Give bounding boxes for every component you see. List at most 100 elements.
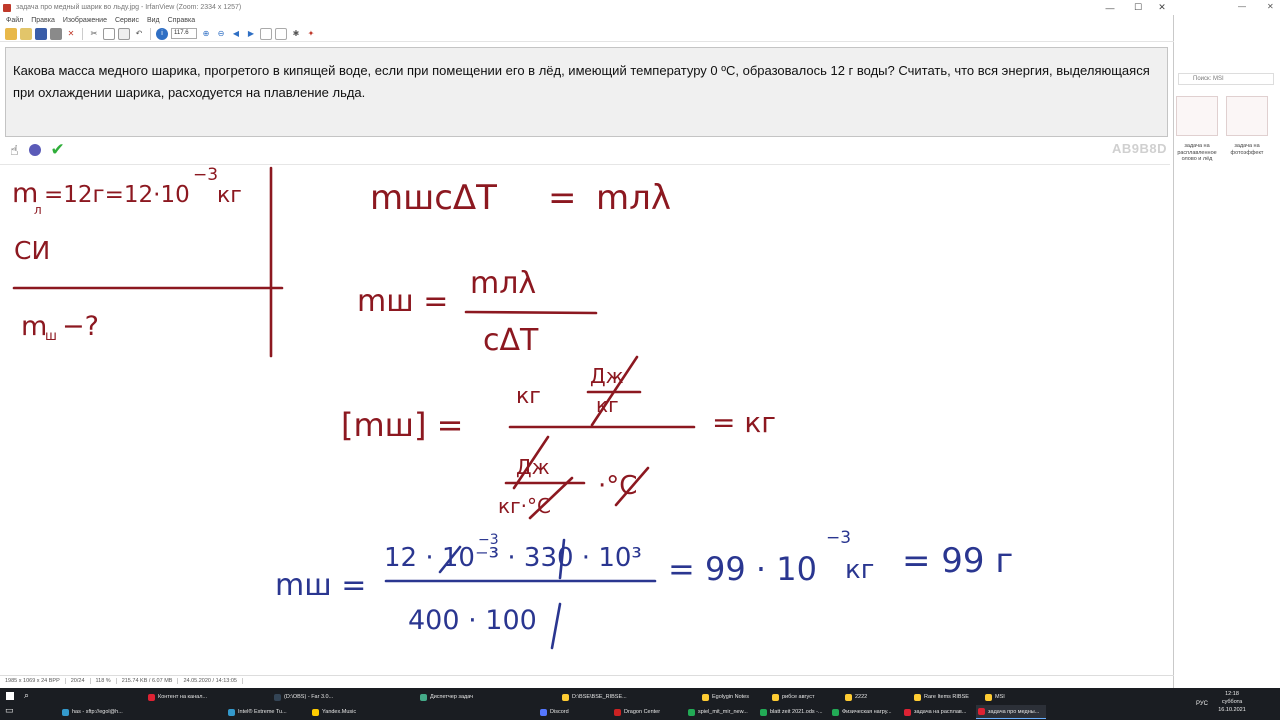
taskbar-clock[interactable]: 12:18 суббота 16.10.2021 — [1212, 690, 1252, 714]
task-panel: Какова масса медного шарика, прогретого … — [5, 47, 1168, 137]
given-mass-subscript: л — [34, 203, 42, 217]
equation-heat-balance: mшcΔT = mлλ — [370, 178, 671, 218]
previous-arrow-icon[interactable]: ◀ — [230, 28, 242, 40]
windows-taskbar: ⌕ ▭ Контент на канал... (D:\OBS) - Far 3… — [0, 688, 1280, 720]
file-thumbnail[interactable] — [1176, 96, 1218, 136]
file-name[interactable]: задача на расплавленное олово и лёд — [1173, 143, 1221, 163]
eq2-denominator: cΔT — [483, 323, 539, 358]
zoom-out-icon[interactable]: ⊖ — [215, 28, 227, 40]
given-mass-value: =12г=12·10 — [44, 182, 190, 208]
taskbar-item-active[interactable]: задача про медны... — [976, 705, 1046, 719]
copy-to-icon[interactable] — [260, 27, 272, 40]
info-icon[interactable]: i — [156, 27, 168, 40]
task-view-icon[interactable]: ▭ — [5, 705, 14, 716]
taskbar-item[interactable]: Egolygin Notes — [700, 690, 768, 704]
copy-icon[interactable] — [103, 27, 115, 40]
find-subscript: ш — [45, 329, 57, 344]
taskbar-item[interactable]: Dragon Center — [612, 705, 680, 719]
menu-help[interactable]: Справка — [168, 17, 195, 24]
task-text: Какова масса медного шарика, прогретого … — [13, 63, 1150, 100]
clock-time: 12:18 — [1225, 691, 1239, 697]
cut-icon[interactable]: ✂ — [88, 28, 100, 40]
status-zoom: 118 % — [91, 678, 117, 684]
given-mass-exponent: −3 — [193, 165, 218, 185]
taskbar-item[interactable]: Контент на канал... — [146, 690, 214, 704]
slideshow-icon[interactable] — [20, 27, 32, 40]
eq4-cancel-note: −3 — [478, 532, 499, 548]
status-date: 24.05.2020 / 14:13:05 — [178, 678, 243, 684]
taskbar-item[interactable]: рибсе август — [770, 690, 838, 704]
undo-icon[interactable]: ↶ — [133, 28, 145, 40]
delete-icon[interactable]: ✕ — [65, 28, 77, 40]
eye-icon[interactable] — [28, 144, 41, 156]
paste-icon[interactable] — [118, 27, 130, 40]
eq4-result-exponent: −3 — [826, 528, 851, 548]
eq1-left: mшcΔT — [370, 178, 497, 218]
menu-options[interactable]: Сервис — [115, 17, 139, 24]
language-indicator[interactable]: РУС — [1196, 701, 1208, 707]
taskbar-item[interactable]: Физическая нагру... — [830, 705, 898, 719]
eq2-lhs: mш = — [357, 284, 448, 319]
taskbar-item[interactable]: blatt zeit 2021.ods -... — [758, 705, 826, 719]
status-dimensions: 1985 x 1069 x 24 BPP — [0, 678, 66, 684]
taskbar-item[interactable]: Диспетчер задач — [418, 690, 486, 704]
checkmark-icon[interactable]: ✔ — [51, 140, 65, 160]
window-title: задача про медный шарик во льду.jpg - Ir… — [16, 4, 242, 11]
taskbar-item[interactable]: Intel® Extreme Tu... — [226, 705, 294, 719]
eq3-num-left: кг — [516, 384, 541, 409]
status-size: 215.74 KB / 6.07 MB — [117, 678, 179, 684]
eq4-final: = 99 г — [902, 541, 1013, 581]
zoom-field[interactable]: 117.6 — [171, 28, 197, 39]
open-folder-icon[interactable] — [5, 27, 17, 40]
status-bar: 1985 x 1069 x 24 BPP 20/24 118 % 215.74 … — [0, 675, 1174, 686]
next-arrow-icon[interactable]: ▶ — [245, 28, 257, 40]
menu-view[interactable]: Вид — [147, 17, 160, 24]
taskbar-item[interactable]: MSI — [983, 690, 1023, 704]
taskbar-item[interactable]: D:\BSE\BSE_RIBSE... — [560, 690, 628, 704]
settings-icon[interactable]: ✱ — [290, 28, 302, 40]
eq4-result: = 99 · 10 — [668, 550, 817, 588]
eq4-numerator: 12 · 10⁻³ · 330 · 10³ — [384, 543, 642, 573]
explorer-minimize-button[interactable]: — — [1238, 2, 1246, 11]
handwritten-solution: m л =12г=12·10 −3 кг СИ m ш −? mшcΔT = m… — [12, 165, 1013, 650]
irfanview-app-icon — [3, 3, 11, 12]
taskbar-item[interactable]: Yandex.Music — [310, 705, 378, 719]
move-to-icon[interactable] — [275, 27, 287, 40]
menu-file[interactable]: Файл — [6, 17, 23, 24]
eq3-result: = кг — [712, 406, 776, 439]
print-icon[interactable] — [50, 27, 62, 40]
taskbar-item[interactable]: задача на расплав... — [902, 705, 972, 719]
taskbar-item[interactable]: (D:\OBS) - Far 3.0... — [272, 690, 340, 704]
eq4-denominator: 400 · 100 — [408, 605, 537, 636]
save-icon[interactable] — [35, 27, 47, 40]
taskbar-item[interactable]: spiel_mit_mir_new... — [686, 705, 754, 719]
start-windows-icon[interactable] — [6, 692, 14, 700]
zoom-in-icon[interactable]: ⊕ — [200, 28, 212, 40]
clock-date: 16.10.2021 — [1218, 707, 1246, 713]
find-question: −? — [62, 311, 99, 342]
menu-bar: Файл Правка Изображение Сервис Вид Справ… — [0, 15, 1174, 26]
toolbar: ✕ ✂ ↶ i 117.6 ⊕ ⊖ ◀ ▶ ✱ ✦ — [0, 26, 1174, 42]
file-name[interactable]: задача на фотоэффект — [1223, 143, 1271, 156]
menu-image[interactable]: Изображение — [63, 17, 107, 24]
taskbar-item[interactable]: Discord — [538, 705, 598, 719]
maximize-button[interactable]: ☐ — [1126, 0, 1150, 15]
file-thumbnail[interactable] — [1226, 96, 1268, 136]
irfanview-logo-icon[interactable]: ✦ — [305, 28, 317, 40]
given-block: m л =12г=12·10 −3 кг СИ m ш −? — [12, 165, 284, 358]
explorer-close-button[interactable]: ✕ — [1267, 2, 1274, 11]
watermark: AB9B8D — [1112, 141, 1168, 156]
irfanview-window: задача про медный шарик во льду.jpg - Ir… — [0, 0, 1174, 688]
hand-cursor-icon[interactable]: ☝ — [10, 142, 19, 159]
taskbar-item[interactable]: has - sftp://egol@h... — [60, 705, 128, 719]
minimize-button[interactable]: — — [1098, 0, 1122, 15]
taskbar-item[interactable]: Rare Items RIBSE — [912, 690, 980, 704]
menu-edit[interactable]: Правка — [31, 17, 55, 24]
search-icon[interactable]: ⌕ — [24, 690, 29, 701]
toolbar-divider — [150, 27, 151, 40]
explorer-search-input[interactable]: Поиск: MSI — [1178, 73, 1274, 85]
close-button[interactable]: ✕ — [1150, 0, 1174, 15]
taskbar-item[interactable]: 2222 — [843, 690, 903, 704]
status-file-index: 20/24 — [66, 678, 91, 684]
eq4-lhs: mш = — [275, 568, 366, 603]
